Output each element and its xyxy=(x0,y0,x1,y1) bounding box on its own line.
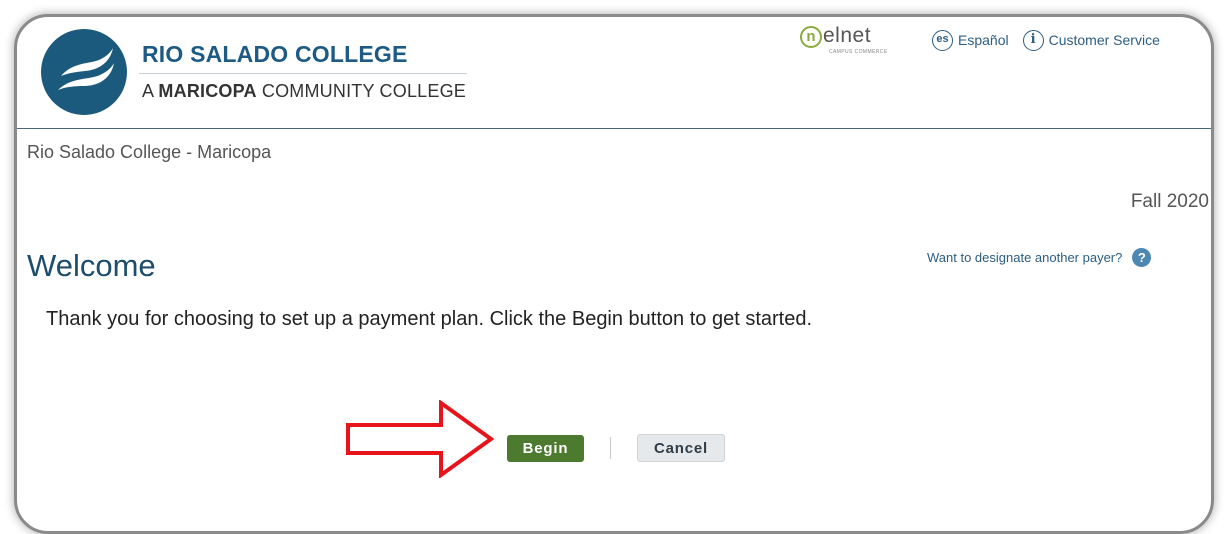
intro-text: Thank you for choosing to set up a payme… xyxy=(46,308,813,330)
browser-frame: RIO SALADO COLLEGE A MARICOPA COMMUNITY … xyxy=(14,14,1214,534)
college-name: RIO SALADO COLLEGE xyxy=(142,41,408,67)
designate-payer-link[interactable]: Want to designate another payer? ? xyxy=(927,248,1152,267)
term-label: Fall 2020 xyxy=(1130,191,1209,212)
nelnet-tagline: CAMPUS COMMERCE xyxy=(829,49,888,55)
logo-divider xyxy=(139,73,467,74)
nelnet-logo: n elnet CAMPUS COMMERCE xyxy=(800,23,900,59)
college-subtitle-bold: MARICOPA xyxy=(158,81,257,101)
college-subtitle: A MARICOPA COMMUNITY COLLEGE xyxy=(142,81,466,102)
nelnet-n-icon: n xyxy=(800,26,822,48)
cancel-button[interactable]: Cancel xyxy=(637,434,725,462)
college-logo-icon[interactable] xyxy=(41,29,127,115)
nelnet-wordmark: elnet xyxy=(823,24,872,47)
designate-payer-label[interactable]: Want to designate another payer? xyxy=(927,250,1122,265)
college-subtitle-suffix: COMMUNITY COLLEGE xyxy=(256,81,466,101)
customer-service-link[interactable]: Customer Service xyxy=(1049,32,1160,48)
language-link[interactable]: Español xyxy=(958,32,1009,48)
site-header: RIO SALADO COLLEGE A MARICOPA COMMUNITY … xyxy=(17,17,1211,129)
right-arrow-icon xyxy=(346,400,495,478)
page-title: Welcome xyxy=(27,248,156,283)
college-subtitle-prefix: A xyxy=(142,81,159,101)
button-divider xyxy=(610,437,611,459)
breadcrumb: Rio Salado College - Maricopa xyxy=(27,142,272,162)
header-links: es Español i Customer Service xyxy=(932,27,1160,53)
info-circle-icon[interactable]: i xyxy=(1022,29,1044,51)
es-circle-icon[interactable]: es xyxy=(932,29,953,51)
begin-button[interactable]: Begin xyxy=(507,435,584,462)
question-circle-icon[interactable]: ? xyxy=(1132,248,1152,267)
